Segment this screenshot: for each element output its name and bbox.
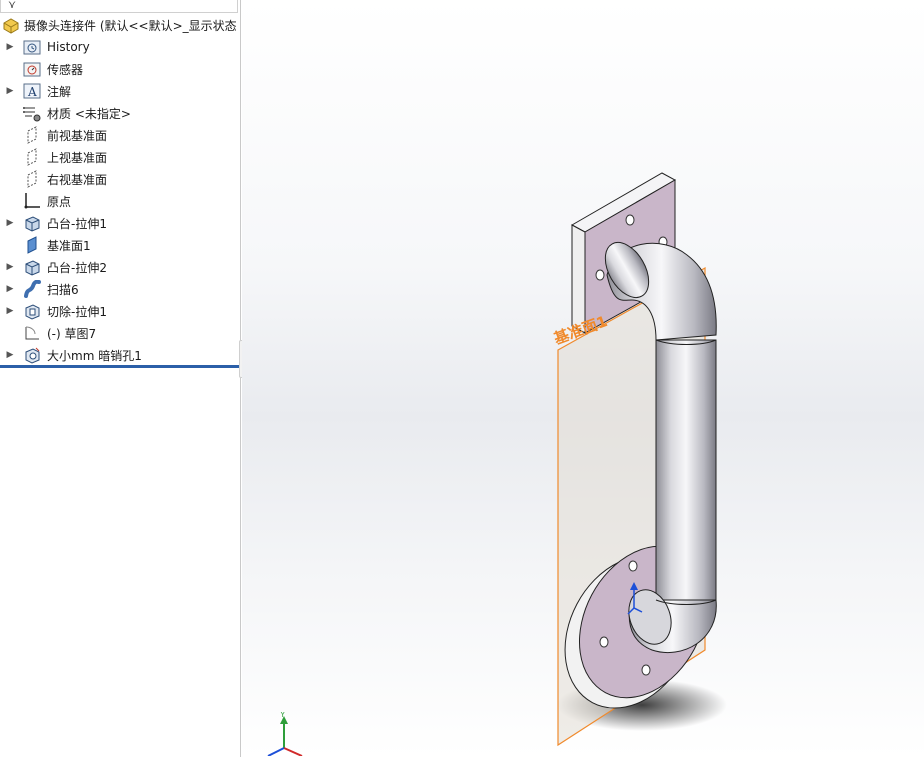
plane-icon [23,170,41,188]
annotation-icon: A [23,82,41,100]
tree-item-label: 凸台-拉伸1 [47,216,107,231]
tree-item-label: History [47,40,90,54]
extrude-boss-icon [23,214,41,232]
tree-item-label: 上视基准面 [47,150,108,165]
expand-arrow-icon[interactable]: ▶ [5,284,15,294]
tree-item-ref-plane1[interactable]: ▶ 基准面1 [0,234,238,256]
tree-item-boss-extrude1[interactable]: ▶ 凸台-拉伸1 [0,212,238,234]
tree-item-sketch7[interactable]: ▶ (-) 草图7 [0,322,238,344]
tree-filter-bar[interactable]: ⋎ [0,0,238,13]
tree-item-boss-extrude2[interactable]: ▶ 凸台-拉伸2 [0,256,238,278]
expand-arrow-icon[interactable]: ▶ [5,306,15,316]
tree-item-sweep6[interactable]: ▶ 扫描6 [0,278,238,300]
expand-arrow-icon[interactable]: ▶ [5,262,15,272]
graphics-viewport[interactable]: 基准面1 Y [242,0,924,757]
expand-arrow-icon[interactable]: ▶ [5,42,15,52]
tree-item-label: 基准面1 [47,238,91,253]
tree-root-part[interactable]: 摄像头连接件 (默认<<默认>_显示状态 [2,14,237,36]
extrude-boss-icon [23,258,41,276]
tree-item-label: 材质 <未指定> [47,106,131,121]
tree-item-cut-extrude1[interactable]: ▶ 切除-拉伸1 [0,300,238,322]
feature-manager-tree: ⋎ 摄像头连接件 (默认<<默认>_显示状态 ▶ History ▶ 传感器 ▶… [0,0,241,757]
tree-root-label: 摄像头连接件 (默认<<默认>_显示状态 [24,18,237,33]
part-icon [3,18,19,34]
ref-plane-icon [23,236,41,254]
origin-icon [23,192,41,210]
hole-wizard-icon [23,346,41,364]
tree-item-history[interactable]: ▶ History [0,36,238,58]
tree-item-label: 大小mm 暗销孔1 [47,348,142,363]
tree-item-label: 扫描6 [47,282,79,297]
tree-item-label: 凸台-拉伸2 [47,260,107,275]
sweep-icon [23,280,41,298]
tree-item-right-plane[interactable]: ▶ 右视基准面 [0,168,238,190]
part-model[interactable] [242,0,924,757]
filter-icon[interactable]: ⋎ [8,0,16,11]
triad-x-axis [283,747,303,756]
sketch-icon [23,324,41,342]
triad-z-axis [267,747,285,756]
tree-item-dowel-hole1[interactable]: ▶ 大小mm 暗销孔1 [0,344,238,366]
tree-item-origin[interactable]: ▶ 原点 [0,190,238,212]
cut-extrude-icon [23,302,41,320]
view-triad[interactable]: Y [264,712,308,756]
rollback-bar[interactable] [0,365,239,368]
expand-arrow-icon[interactable]: ▶ [5,350,15,360]
tree-item-label: 注解 [47,84,72,99]
expand-arrow-icon[interactable]: ▶ [5,86,15,96]
tree-item-label: 右视基准面 [47,172,108,187]
history-folder-icon [23,38,41,56]
tree-item-label: 原点 [47,194,72,209]
tree-item-label: 切除-拉伸1 [47,304,107,319]
plane-icon [23,148,41,166]
expand-arrow-icon[interactable]: ▶ [5,218,15,228]
plane-icon [23,126,41,144]
tree-item-label: 传感器 [47,62,84,77]
svg-text:A: A [27,85,37,99]
tree-item-label: 前视基准面 [47,128,108,143]
tree-item-sensors[interactable]: ▶ 传感器 [0,58,238,80]
triad-y-label: Y [280,712,286,719]
tree-item-top-plane[interactable]: ▶ 上视基准面 [0,146,238,168]
sensor-icon [23,60,41,78]
material-icon [23,104,41,122]
tree-item-label: (-) 草图7 [47,326,97,341]
tree-item-annotations[interactable]: ▶ A 注解 [0,80,238,102]
tree-item-front-plane[interactable]: ▶ 前视基准面 [0,124,238,146]
tree-item-material[interactable]: ▶ 材质 <未指定> [0,102,238,124]
